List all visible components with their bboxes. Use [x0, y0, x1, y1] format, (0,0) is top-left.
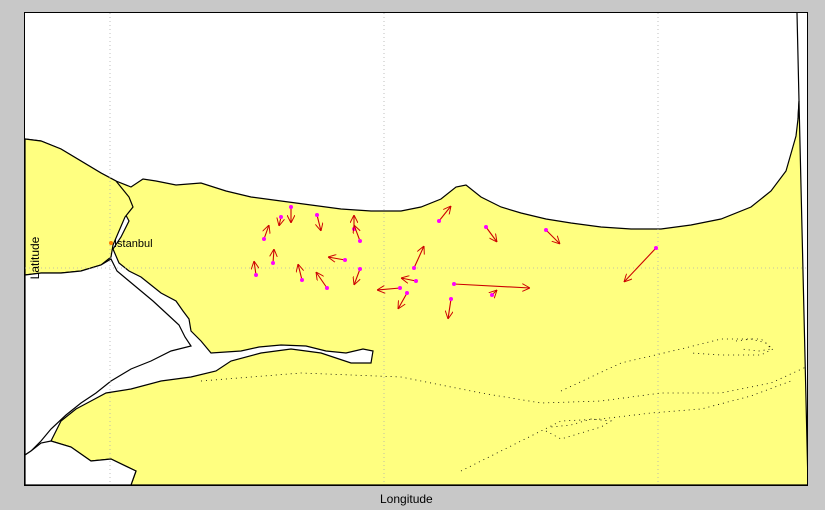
x-axis-label: Longitude [380, 492, 433, 506]
station-marker [412, 266, 416, 270]
station-marker [343, 258, 347, 262]
station-marker [300, 278, 304, 282]
station-marker [289, 205, 293, 209]
station-marker [437, 219, 441, 223]
station-marker [398, 286, 402, 290]
y-axis-label: Latitude [28, 236, 42, 280]
station-marker [405, 291, 409, 295]
station-marker [484, 225, 488, 229]
city-marker [109, 241, 113, 245]
station-marker [490, 293, 494, 297]
city-istanbul[interactable]: Istanbul [109, 238, 153, 250]
station-marker [452, 282, 456, 286]
station-marker [254, 273, 258, 277]
station-marker [271, 261, 275, 265]
station-marker [279, 215, 283, 219]
station-marker [315, 213, 319, 217]
station-marker [414, 279, 418, 283]
station-marker [262, 237, 266, 241]
station-marker [325, 286, 329, 290]
station-marker [449, 297, 453, 301]
map-plot-area[interactable]: Istanbul Latitude [24, 12, 808, 486]
station-marker [654, 246, 658, 250]
station-marker [358, 239, 362, 243]
city-label: Istanbul [114, 238, 153, 250]
station-marker [358, 267, 362, 271]
station-marker [544, 228, 548, 232]
map-canvas[interactable]: Istanbul [25, 13, 807, 485]
